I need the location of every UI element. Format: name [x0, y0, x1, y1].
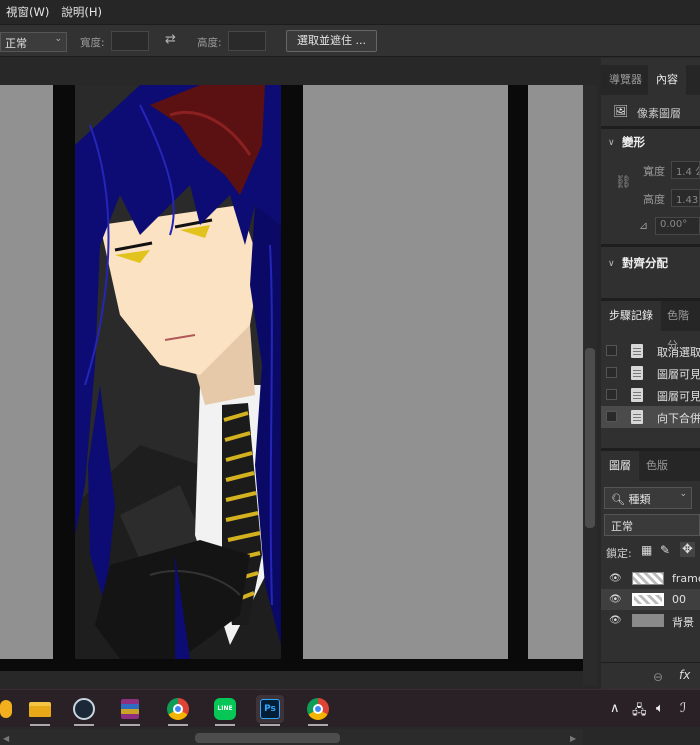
options-bar: 正常 ⌄ 寬度: ⇄ 高度: 選取並遮住 ... — [0, 24, 700, 57]
history-item[interactable]: 向下合併 — [601, 406, 700, 428]
vertical-scroll-thumb[interactable] — [585, 348, 595, 528]
divider — [601, 244, 700, 247]
height-field-label: 高度 — [643, 193, 665, 206]
history-item[interactable]: 取消選取 — [601, 340, 700, 362]
history-tab-row: 步驟記錄 色階分 — [601, 301, 700, 352]
visibility-eye-icon[interactable]: 👁︎ — [609, 573, 622, 584]
tab-navigator[interactable]: 導覽器 — [601, 65, 650, 95]
blend-mode-select[interactable]: 正常 — [604, 514, 700, 536]
history-item[interactable]: 圖層可見 — [601, 384, 700, 406]
steam-icon[interactable] — [70, 695, 98, 726]
chevron-down-icon: ⌄ — [54, 34, 62, 44]
height-field[interactable]: 1.43 公 — [671, 189, 700, 207]
tab-history[interactable]: 步驟記錄 — [601, 301, 661, 331]
horizontal-scroll-thumb[interactable] — [195, 733, 340, 743]
properties-tab-row: 導覽器 內容 — [601, 65, 700, 95]
menu-help[interactable]: 說明(H) — [55, 4, 108, 20]
volume-icon[interactable]: 🔈︎ — [656, 701, 664, 716]
tab-properties[interactable]: 內容 — [648, 65, 686, 95]
visibility-eye-icon[interactable]: 👁︎ — [609, 615, 622, 626]
lock-label: 鎖定: — [606, 547, 632, 560]
layer-thumbnail — [632, 614, 664, 627]
chrome-icon[interactable] — [304, 695, 332, 726]
angle-icon: ⊿ — [639, 219, 649, 232]
height-input[interactable] — [228, 31, 266, 51]
artwork-image — [0, 85, 583, 671]
layer-kind-label: 像素圖層 — [637, 107, 681, 120]
snapshot-checkbox[interactable] — [606, 411, 617, 422]
swap-icon[interactable]: ⇄ — [165, 32, 176, 47]
layer-row[interactable]: 👁︎ 00 — [601, 589, 700, 610]
tab-layers[interactable]: 圖層 — [601, 451, 639, 481]
link-icon[interactable]: ⛓ — [615, 175, 632, 190]
layer-name: frame — [672, 572, 700, 585]
snapshot-checkbox[interactable] — [606, 345, 617, 356]
winrar-icon[interactable] — [116, 695, 144, 726]
link-layers-icon[interactable]: ⊖ — [653, 670, 663, 684]
right-panel: 導覽器 內容 🖼 像素圖層 ∨ 變形 ⛓ 寬度 1.4 公 高度 1.43 公 … — [601, 58, 700, 689]
work-area: ◀ ▶ — [0, 58, 600, 745]
layers-tab-row: 圖層 色版 — [601, 451, 700, 481]
visibility-eye-icon[interactable]: 👁︎ — [609, 594, 622, 605]
width-field[interactable]: 1.4 公 — [671, 161, 700, 179]
chevron-down-icon[interactable]: ∨ — [608, 259, 615, 269]
document-icon — [631, 366, 643, 380]
chrome-icon[interactable] — [164, 695, 192, 726]
history-item-label: 取消選取 — [657, 346, 700, 359]
layer-thumbnail — [632, 593, 664, 606]
layer-name: 00 — [672, 593, 686, 606]
snapshot-checkbox[interactable] — [606, 367, 617, 378]
menu-bar: 視窗(W) 說明(H) — [0, 0, 700, 24]
document-icon — [631, 388, 643, 402]
layer-name: 背景 — [672, 616, 694, 629]
layer-thumbnail — [632, 572, 664, 585]
photoshop-icon[interactable]: Ps — [256, 695, 284, 726]
lock-transparent-icon[interactable]: ▦ — [641, 543, 652, 557]
document-icon — [631, 344, 643, 358]
pixel-layer-icon: 🖼 — [613, 104, 629, 118]
scroll-left-icon[interactable]: ◀ — [3, 734, 9, 743]
pen-icon[interactable]: ℐ — [680, 701, 686, 716]
file-explorer-icon[interactable] — [26, 695, 54, 726]
style-select[interactable]: 正常 ⌄ — [0, 32, 67, 52]
snapshot-checkbox[interactable] — [606, 389, 617, 400]
chevron-down-icon: ⌄ — [679, 489, 687, 499]
history-item-label: 圖層可見 — [657, 368, 700, 381]
menu-window[interactable]: 視窗(W) — [0, 4, 55, 20]
tab-levels[interactable]: 色階分 — [659, 301, 700, 352]
history-item[interactable]: 圖層可見 — [601, 362, 700, 384]
layer-filter-select[interactable]: 🔍︎ 種類 ⌄ — [604, 487, 692, 509]
tab-channels[interactable]: 色版 — [638, 451, 676, 481]
scroll-right-icon[interactable]: ▶ — [570, 734, 576, 743]
width-label: 寬度: — [80, 37, 105, 49]
document-icon — [631, 410, 643, 424]
layer-row[interactable]: 👁︎ 背景 — [601, 610, 700, 631]
style-select-value: 正常 — [5, 37, 27, 50]
divider — [601, 126, 700, 129]
chevron-up-icon[interactable]: ∧ — [610, 701, 620, 716]
fx-icon[interactable]: fx — [679, 668, 690, 682]
line-icon[interactable]: LINE — [211, 695, 239, 726]
search-icon: 🔍︎ — [611, 493, 629, 506]
width-field-label: 寬度 — [643, 165, 665, 178]
width-input[interactable] — [111, 31, 149, 51]
network-icon[interactable]: 🖧︎ — [632, 701, 647, 723]
height-label: 高度: — [197, 37, 222, 49]
layer-filter-value: 種類 — [628, 493, 651, 506]
document-canvas[interactable] — [0, 85, 583, 671]
divider — [601, 662, 700, 663]
select-and-mask-button[interactable]: 選取並遮住 ... — [286, 30, 377, 52]
taskbar: LINE Ps ∧ 🖧︎ 🔈︎ ℐ — [0, 689, 700, 727]
history-item-label: 圖層可見 — [657, 390, 700, 403]
chevron-down-icon[interactable]: ∨ — [608, 138, 615, 148]
layer-row[interactable]: 👁︎ frame — [601, 568, 700, 589]
lock-image-icon[interactable]: ✎ — [660, 543, 670, 557]
angle-field[interactable]: 0.00° — [655, 217, 700, 235]
app-icon-partial[interactable] — [0, 695, 14, 723]
align-section-title: 對齊分配 — [622, 256, 668, 270]
history-item-label: 向下合併 — [657, 412, 700, 425]
lock-position-icon[interactable]: ✥ — [680, 542, 695, 557]
transform-section-title: 變形 — [622, 135, 645, 149]
